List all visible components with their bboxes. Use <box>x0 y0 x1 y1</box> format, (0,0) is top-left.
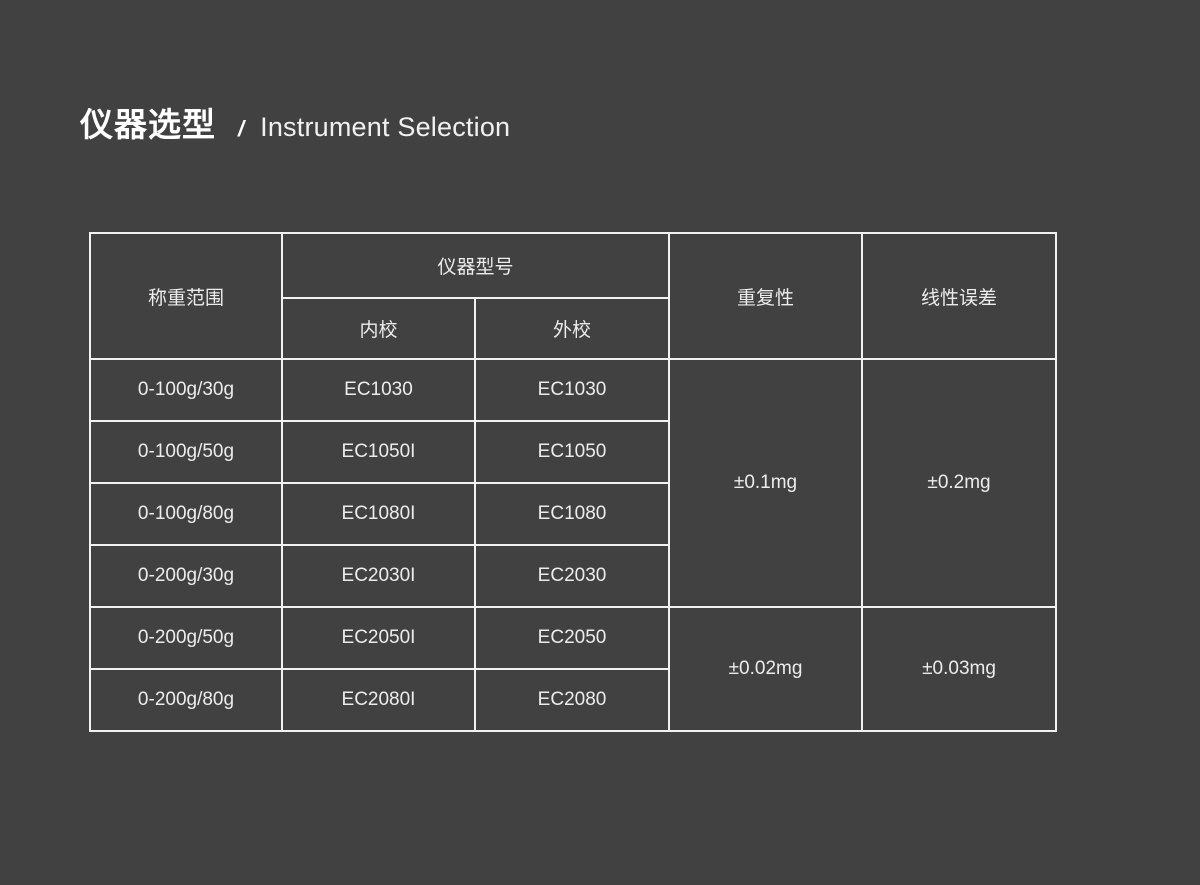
table-body: 0-100g/30g EC1030 EC1030 ±0.1mg ±0.2mg 0… <box>89 358 1058 732</box>
cell-weighing-range: 0-100g/30g <box>89 358 283 422</box>
cell-internal-model: EC1080I <box>281 482 476 546</box>
cell-internal-model: EC1050I <box>281 420 476 484</box>
column-header-internal-calibration: 内校 <box>281 297 476 360</box>
cell-internal-model: EC2050I <box>281 606 476 670</box>
column-header-repeatability: 重复性 <box>668 232 864 360</box>
table-header-row-primary: 称重范围 仪器型号 重复性 线性误差 <box>89 232 1058 360</box>
cell-external-model: EC1030 <box>473 358 671 422</box>
cell-internal-model: EC1030 <box>281 358 476 422</box>
page-title: 仪器选型 / Instrument Selection <box>80 98 510 146</box>
cell-weighing-range: 0-100g/80g <box>89 482 283 546</box>
column-header-instrument-model: 仪器型号 <box>280 232 671 299</box>
cell-linearity-group-2: ±0.03mg <box>861 606 1058 732</box>
cell-external-model: EC2080 <box>473 668 671 732</box>
cell-linearity-group-1: ±0.2mg <box>861 358 1058 608</box>
cell-external-model: EC1050 <box>473 420 671 484</box>
cell-weighing-range: 0-100g/50g <box>89 420 283 484</box>
table-head: 称重范围 仪器型号 重复性 线性误差 内校 外校 <box>89 232 1058 360</box>
title-separator: / <box>238 116 245 141</box>
instrument-selection-table: 称重范围 仪器型号 重复性 线性误差 内校 外校 0-100g/30g EC10… <box>89 232 1058 732</box>
cell-internal-model: EC2080I <box>281 668 476 732</box>
column-header-external-calibration: 外校 <box>473 297 671 360</box>
table-row: 0-200g/50g EC2050I EC2050 ±0.02mg ±0.03m… <box>89 606 1058 732</box>
page-root: 仪器选型 / Instrument Selection 称重范围 仪器型号 重复… <box>0 0 1200 885</box>
cell-external-model: EC2030 <box>473 544 671 608</box>
cell-external-model: EC1080 <box>473 482 671 546</box>
cell-external-model: EC2050 <box>473 606 671 670</box>
table-row: 0-100g/30g EC1030 EC1030 ±0.1mg ±0.2mg <box>89 358 1058 608</box>
cell-repeatability-group-1: ±0.1mg <box>668 358 864 608</box>
cell-weighing-range: 0-200g/30g <box>89 544 283 608</box>
page-title-en: Instrument Selection <box>260 112 511 142</box>
cell-weighing-range: 0-200g/50g <box>89 606 283 670</box>
cell-repeatability-group-2: ±0.02mg <box>668 606 864 732</box>
cell-weighing-range: 0-200g/80g <box>89 668 283 732</box>
page-title-cn: 仪器选型 <box>80 106 216 143</box>
cell-internal-model: EC2030I <box>281 544 476 608</box>
column-header-weighing-range: 称重范围 <box>89 232 283 360</box>
column-header-linearity-error: 线性误差 <box>861 232 1058 360</box>
